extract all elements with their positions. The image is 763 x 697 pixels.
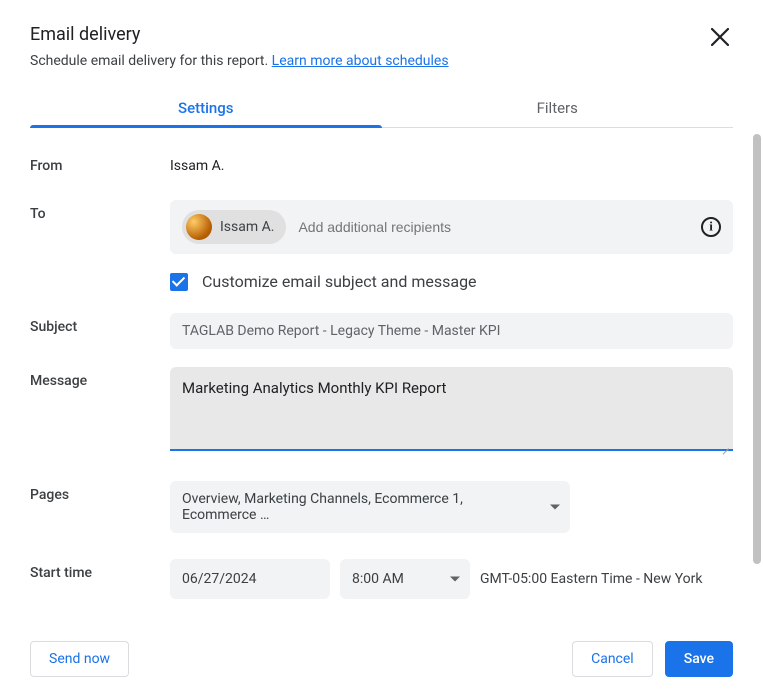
dialog-subtitle: Schedule email delivery for this report.… xyxy=(30,53,449,69)
save-button[interactable]: Save xyxy=(665,641,733,677)
pages-value: Overview, Marketing Channels, Ecommerce … xyxy=(182,491,534,523)
dialog-footer: Send now Cancel Save xyxy=(0,621,763,697)
pages-select[interactable]: Overview, Marketing Channels, Ecommerce … xyxy=(170,481,570,533)
from-label: From xyxy=(30,152,170,174)
tabs: Settings Filters xyxy=(30,89,733,128)
info-icon[interactable] xyxy=(701,217,721,237)
time-select[interactable]: 8:00 AM xyxy=(340,559,470,599)
message-textarea[interactable] xyxy=(170,367,733,451)
start-time-label: Start time xyxy=(30,559,170,581)
customize-label: Customize email subject and message xyxy=(202,272,477,291)
pages-label: Pages xyxy=(30,481,170,503)
message-label: Message xyxy=(30,367,170,389)
date-input-wrap[interactable] xyxy=(170,559,330,599)
tab-filters[interactable]: Filters xyxy=(382,89,734,127)
close-icon xyxy=(711,28,729,46)
avatar xyxy=(186,214,212,240)
learn-more-link[interactable]: Learn more about schedules xyxy=(272,53,449,69)
tab-settings[interactable]: Settings xyxy=(30,89,382,127)
subtitle-text: Schedule email delivery for this report. xyxy=(30,53,272,69)
chevron-down-icon xyxy=(450,577,460,582)
cancel-button[interactable]: Cancel xyxy=(572,641,653,677)
customize-checkbox[interactable] xyxy=(170,273,188,291)
to-label: To xyxy=(30,200,170,222)
time-value: 8:00 AM xyxy=(352,571,404,587)
send-now-button[interactable]: Send now xyxy=(30,641,129,677)
date-input[interactable] xyxy=(182,571,360,587)
close-button[interactable] xyxy=(707,24,733,55)
scrollbar-thumb[interactable] xyxy=(753,134,761,564)
subject-input[interactable] xyxy=(170,313,733,349)
recipient-chip-name: Issam A. xyxy=(220,219,274,235)
dialog-title: Email delivery xyxy=(30,24,449,45)
recipient-box[interactable]: Issam A. xyxy=(170,200,733,254)
subject-label: Subject xyxy=(30,313,170,335)
recipient-chip[interactable]: Issam A. xyxy=(182,210,286,244)
chevron-down-icon xyxy=(550,505,560,510)
scrollbar[interactable] xyxy=(753,134,761,604)
add-recipients-input[interactable] xyxy=(298,219,689,235)
timezone-text: GMT-05:00 Eastern Time - New York xyxy=(480,571,702,587)
from-value: Issam A. xyxy=(170,152,733,174)
